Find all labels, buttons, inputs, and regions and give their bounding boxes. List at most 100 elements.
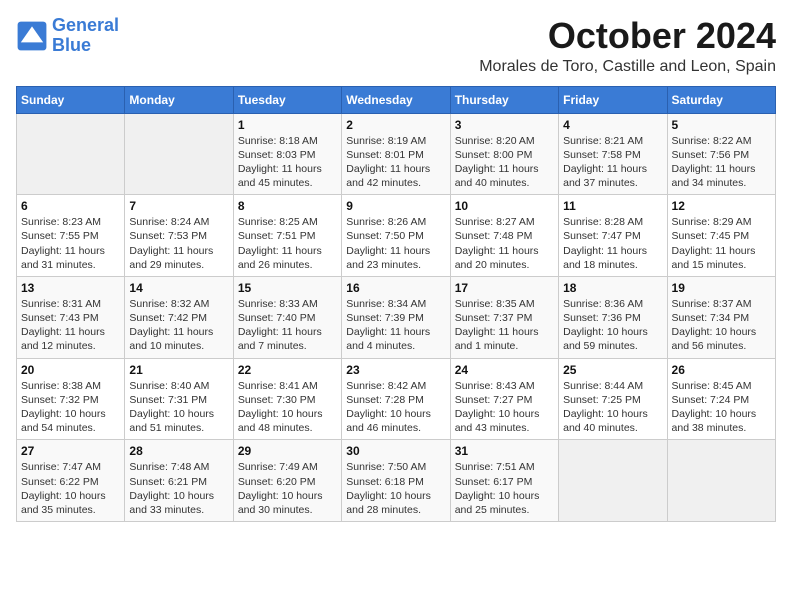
day-detail: Sunrise: 8:22 AM Sunset: 7:56 PM Dayligh… xyxy=(672,134,771,191)
calendar-cell: 26 Sunrise: 8:45 AM Sunset: 7:24 PM Dayli… xyxy=(667,358,775,440)
day-detail: Sunrise: 7:49 AM Sunset: 6:20 PM Dayligh… xyxy=(238,460,337,517)
day-detail: Sunrise: 8:26 AM Sunset: 7:50 PM Dayligh… xyxy=(346,215,445,272)
weekday-header-thursday: Thursday xyxy=(450,86,558,113)
day-detail: Sunrise: 8:42 AM Sunset: 7:28 PM Dayligh… xyxy=(346,379,445,436)
day-number: 13 xyxy=(21,281,120,295)
day-detail: Sunrise: 8:41 AM Sunset: 7:30 PM Dayligh… xyxy=(238,379,337,436)
calendar-cell: 25 Sunrise: 8:44 AM Sunset: 7:25 PM Dayli… xyxy=(559,358,667,440)
day-number: 4 xyxy=(563,118,662,132)
calendar-cell: 28Sunrise: 7:48 AM Sunset: 6:21 PM Dayli… xyxy=(125,440,233,522)
calendar-cell xyxy=(559,440,667,522)
calendar-cell: 19 Sunrise: 8:37 AM Sunset: 7:34 PM Dayli… xyxy=(667,276,775,358)
weekday-header-wednesday: Wednesday xyxy=(342,86,450,113)
day-detail: Sunrise: 8:28 AM Sunset: 7:47 PM Dayligh… xyxy=(563,215,662,272)
day-number: 3 xyxy=(455,118,554,132)
calendar-table: SundayMondayTuesdayWednesdayThursdayFrid… xyxy=(16,86,776,522)
calendar-header: SundayMondayTuesdayWednesdayThursdayFrid… xyxy=(17,86,776,113)
day-number: 19 xyxy=(672,281,771,295)
logo-line2: Blue xyxy=(52,35,91,55)
calendar-cell: 16 Sunrise: 8:34 AM Sunset: 7:39 PM Dayli… xyxy=(342,276,450,358)
day-detail: Sunrise: 8:18 AM Sunset: 8:03 PM Dayligh… xyxy=(238,134,337,191)
day-detail: Sunrise: 8:25 AM Sunset: 7:51 PM Dayligh… xyxy=(238,215,337,272)
day-number: 1 xyxy=(238,118,337,132)
day-detail: Sunrise: 8:45 AM Sunset: 7:24 PM Dayligh… xyxy=(672,379,771,436)
calendar-cell: 10Sunrise: 8:27 AM Sunset: 7:48 PM Dayli… xyxy=(450,195,558,277)
logo-text: General Blue xyxy=(52,16,119,56)
weekday-header-sunday: Sunday xyxy=(17,86,125,113)
day-detail: Sunrise: 8:32 AM Sunset: 7:42 PM Dayligh… xyxy=(129,297,228,354)
calendar-week-4: 20Sunrise: 8:38 AM Sunset: 7:32 PM Dayli… xyxy=(17,358,776,440)
weekday-header-row: SundayMondayTuesdayWednesdayThursdayFrid… xyxy=(17,86,776,113)
day-number: 8 xyxy=(238,199,337,213)
day-detail: Sunrise: 8:34 AM Sunset: 7:39 PM Dayligh… xyxy=(346,297,445,354)
calendar-week-5: 27Sunrise: 7:47 AM Sunset: 6:22 PM Dayli… xyxy=(17,440,776,522)
calendar-cell: 5Sunrise: 8:22 AM Sunset: 7:56 PM Daylig… xyxy=(667,113,775,195)
day-detail: Sunrise: 8:37 AM Sunset: 7:34 PM Dayligh… xyxy=(672,297,771,354)
calendar-week-3: 13 Sunrise: 8:31 AM Sunset: 7:43 PM Dayli… xyxy=(17,276,776,358)
day-detail: Sunrise: 8:27 AM Sunset: 7:48 PM Dayligh… xyxy=(455,215,554,272)
day-detail: Sunrise: 8:44 AM Sunset: 7:25 PM Dayligh… xyxy=(563,379,662,436)
logo-icon xyxy=(16,20,48,52)
weekday-header-saturday: Saturday xyxy=(667,86,775,113)
day-number: 6 xyxy=(21,199,120,213)
day-number: 25 xyxy=(563,363,662,377)
day-detail: Sunrise: 8:35 AM Sunset: 7:37 PM Dayligh… xyxy=(455,297,554,354)
day-detail: Sunrise: 8:23 AM Sunset: 7:55 PM Dayligh… xyxy=(21,215,120,272)
weekday-header-tuesday: Tuesday xyxy=(233,86,341,113)
calendar-week-1: 1 Sunrise: 8:18 AM Sunset: 8:03 PM Daylig… xyxy=(17,113,776,195)
day-detail: Sunrise: 7:50 AM Sunset: 6:18 PM Dayligh… xyxy=(346,460,445,517)
calendar-cell: 15 Sunrise: 8:33 AM Sunset: 7:40 PM Dayli… xyxy=(233,276,341,358)
calendar-cell xyxy=(125,113,233,195)
day-number: 18 xyxy=(563,281,662,295)
day-number: 24 xyxy=(455,363,554,377)
day-number: 16 xyxy=(346,281,445,295)
day-number: 30 xyxy=(346,444,445,458)
day-detail: Sunrise: 8:31 AM Sunset: 7:43 PM Dayligh… xyxy=(21,297,120,354)
day-detail: Sunrise: 8:36 AM Sunset: 7:36 PM Dayligh… xyxy=(563,297,662,354)
day-detail: Sunrise: 8:20 AM Sunset: 8:00 PM Dayligh… xyxy=(455,134,554,191)
day-detail: Sunrise: 8:40 AM Sunset: 7:31 PM Dayligh… xyxy=(129,379,228,436)
day-number: 15 xyxy=(238,281,337,295)
day-number: 21 xyxy=(129,363,228,377)
calendar-cell xyxy=(17,113,125,195)
day-detail: Sunrise: 8:19 AM Sunset: 8:01 PM Dayligh… xyxy=(346,134,445,191)
day-number: 7 xyxy=(129,199,228,213)
day-detail: Sunrise: 8:29 AM Sunset: 7:45 PM Dayligh… xyxy=(672,215,771,272)
day-detail: Sunrise: 8:33 AM Sunset: 7:40 PM Dayligh… xyxy=(238,297,337,354)
calendar-cell: 31Sunrise: 7:51 AM Sunset: 6:17 PM Dayli… xyxy=(450,440,558,522)
calendar-cell: 9 Sunrise: 8:26 AM Sunset: 7:50 PM Daylig… xyxy=(342,195,450,277)
calendar-body: 1 Sunrise: 8:18 AM Sunset: 8:03 PM Daylig… xyxy=(17,113,776,521)
day-number: 29 xyxy=(238,444,337,458)
day-detail: Sunrise: 8:24 AM Sunset: 7:53 PM Dayligh… xyxy=(129,215,228,272)
calendar-cell: 29 Sunrise: 7:49 AM Sunset: 6:20 PM Dayli… xyxy=(233,440,341,522)
calendar-week-2: 6 Sunrise: 8:23 AM Sunset: 7:55 PM Daylig… xyxy=(17,195,776,277)
day-number: 23 xyxy=(346,363,445,377)
calendar-cell: 8 Sunrise: 8:25 AM Sunset: 7:51 PM Daylig… xyxy=(233,195,341,277)
day-number: 12 xyxy=(672,199,771,213)
calendar-cell: 1 Sunrise: 8:18 AM Sunset: 8:03 PM Daylig… xyxy=(233,113,341,195)
page-header: General Blue October 2024 Morales de Tor… xyxy=(16,16,776,76)
day-number: 28 xyxy=(129,444,228,458)
calendar-cell: 17 Sunrise: 8:35 AM Sunset: 7:37 PM Dayli… xyxy=(450,276,558,358)
title-block: October 2024 Morales de Toro, Castille a… xyxy=(479,16,776,76)
calendar-cell: 11 Sunrise: 8:28 AM Sunset: 7:47 PM Dayli… xyxy=(559,195,667,277)
calendar-cell: 20Sunrise: 8:38 AM Sunset: 7:32 PM Dayli… xyxy=(17,358,125,440)
calendar-cell: 13 Sunrise: 8:31 AM Sunset: 7:43 PM Dayli… xyxy=(17,276,125,358)
day-number: 9 xyxy=(346,199,445,213)
calendar-cell: 24Sunrise: 8:43 AM Sunset: 7:27 PM Dayli… xyxy=(450,358,558,440)
weekday-header-monday: Monday xyxy=(125,86,233,113)
day-number: 11 xyxy=(563,199,662,213)
calendar-cell: 21 Sunrise: 8:40 AM Sunset: 7:31 PM Dayli… xyxy=(125,358,233,440)
logo-line1: General xyxy=(52,15,119,35)
day-number: 17 xyxy=(455,281,554,295)
logo: General Blue xyxy=(16,16,119,56)
day-number: 31 xyxy=(455,444,554,458)
calendar-cell: 14Sunrise: 8:32 AM Sunset: 7:42 PM Dayli… xyxy=(125,276,233,358)
calendar-cell: 30 Sunrise: 7:50 AM Sunset: 6:18 PM Dayli… xyxy=(342,440,450,522)
day-number: 26 xyxy=(672,363,771,377)
calendar-cell: 18 Sunrise: 8:36 AM Sunset: 7:36 PM Dayli… xyxy=(559,276,667,358)
day-number: 22 xyxy=(238,363,337,377)
day-detail: Sunrise: 8:38 AM Sunset: 7:32 PM Dayligh… xyxy=(21,379,120,436)
location: Morales de Toro, Castille and Leon, Spai… xyxy=(479,58,776,76)
day-detail: Sunrise: 7:47 AM Sunset: 6:22 PM Dayligh… xyxy=(21,460,120,517)
